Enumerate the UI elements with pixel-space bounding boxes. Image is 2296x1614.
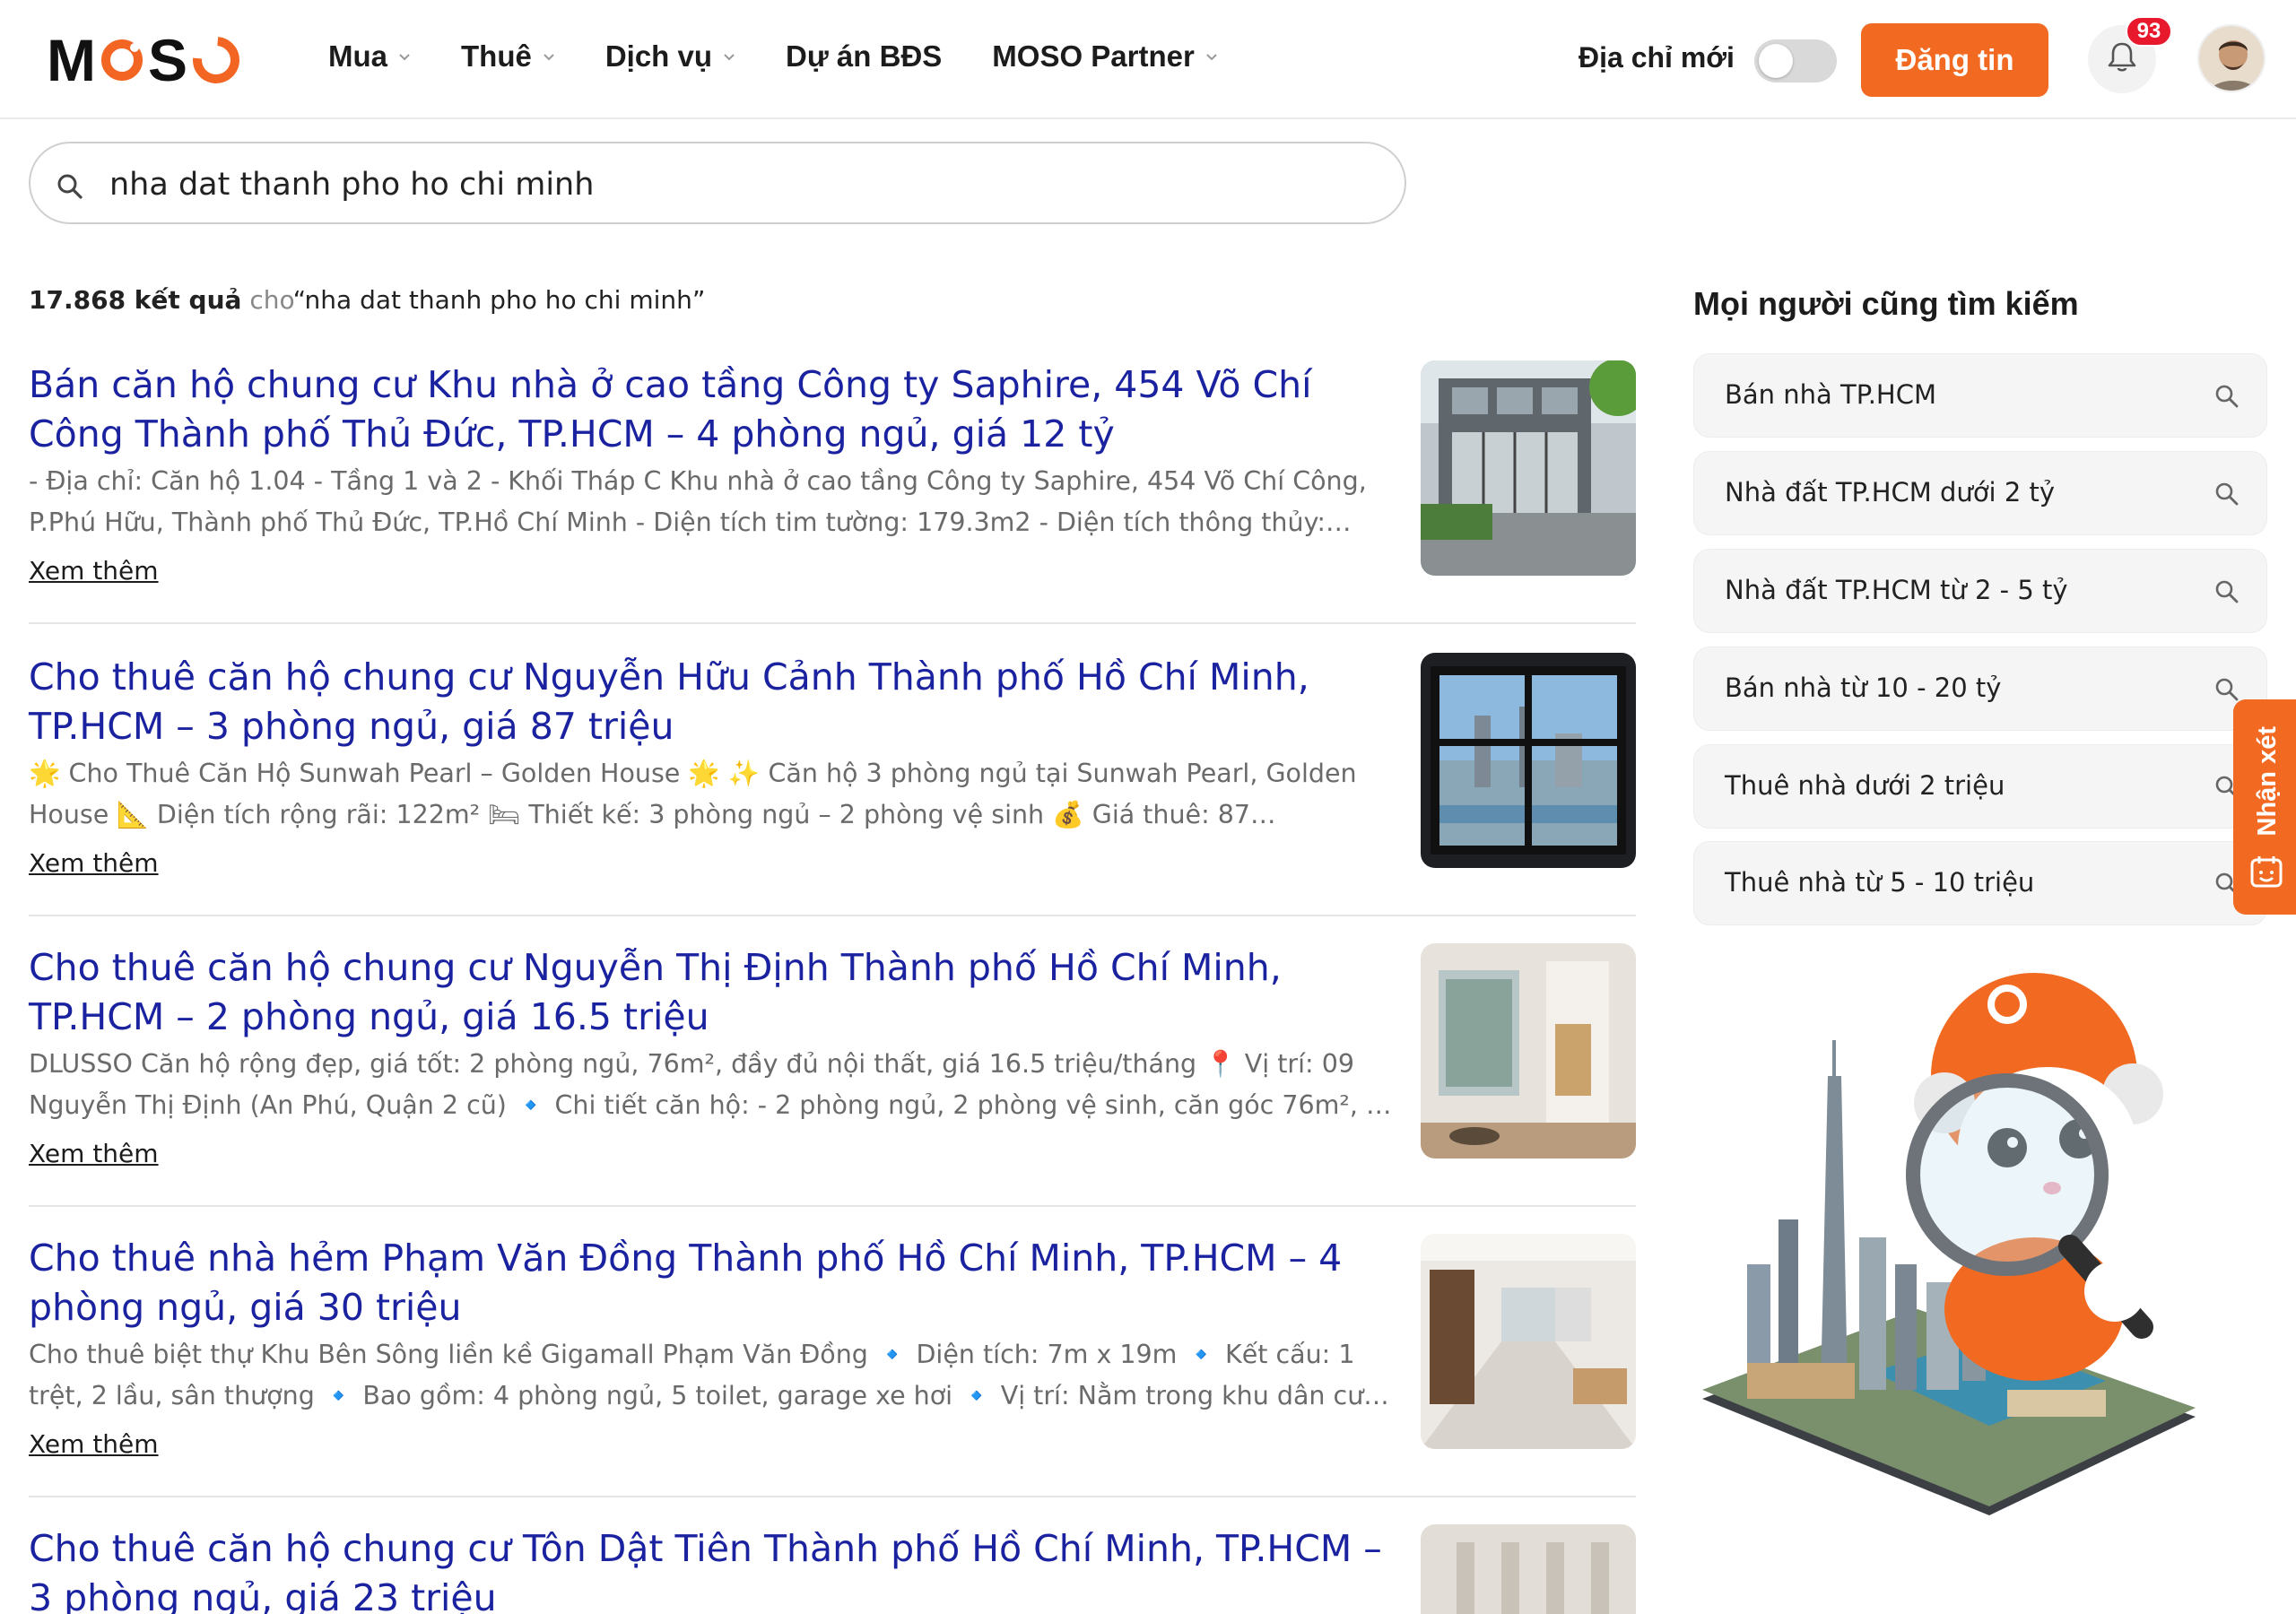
suggestion-label: Nhà đất TP.HCM từ 2 - 5 tỷ xyxy=(1725,575,2068,605)
search-bar[interactable] xyxy=(29,142,1406,224)
nav-label: MOSO Partner xyxy=(992,39,1195,73)
result-divider xyxy=(29,1205,1636,1207)
results-count: 17.868 kết quả xyxy=(29,285,242,315)
result-thumbnail[interactable] xyxy=(1421,1234,1636,1449)
nav-label: Dịch vụ xyxy=(604,39,713,73)
suggestion-label: Bán nhà TP.HCM xyxy=(1725,379,1936,410)
result-divider xyxy=(29,1496,1636,1497)
result-description: 🌟 Cho Thuê Căn Hộ Sunwah Pearl – Golden … xyxy=(29,759,1357,829)
search-icon xyxy=(56,172,84,205)
feedback-tab[interactable]: Nhận xét xyxy=(2233,699,2296,915)
see-more-link[interactable]: Xem thêm xyxy=(29,556,159,586)
see-more-link[interactable]: Xem thêm xyxy=(29,1139,159,1168)
suggestion-chip[interactable]: Bán nhà TP.HCM xyxy=(1693,353,2267,438)
result-divider xyxy=(29,622,1636,624)
nav-label: Dự án BĐS xyxy=(786,39,943,73)
mascot-illustration xyxy=(1693,968,2231,1524)
result-thumbnail[interactable] xyxy=(1421,943,1636,1158)
results-query: “nha dat thanh pho ho chi minh” xyxy=(292,285,706,315)
post-listing-button[interactable]: Đăng tin xyxy=(1861,23,2048,97)
calendar-icon xyxy=(2248,854,2284,894)
popular-searches-title: Mọi người cũng tìm kiếm xyxy=(1693,285,2079,322)
new-address-label: Địa chỉ mới xyxy=(1578,41,1735,74)
new-address-toggle[interactable] xyxy=(1754,39,1837,82)
result-card: Cho thuê nhà hẻm Phạm Văn Đồng Thành phố… xyxy=(29,1234,1636,1459)
result-divider xyxy=(29,915,1636,916)
result-title-link[interactable]: Cho thuê căn hộ chung cư Nguyễn Thị Định… xyxy=(29,943,1392,1042)
see-more-link[interactable]: Xem thêm xyxy=(29,1429,159,1459)
result-description: Cho thuê biệt thự Khu Bên Sông liền kề G… xyxy=(29,1340,1364,1410)
chevron-down-icon xyxy=(543,50,555,63)
moso-logo[interactable]: MS xyxy=(47,27,249,93)
suggestion-chip[interactable]: Thuê nhà từ 5 - 10 triệu xyxy=(1693,841,2267,925)
user-avatar[interactable] xyxy=(2197,24,2266,92)
suggestion-label: Thuê nhà từ 5 - 10 triệu xyxy=(1725,867,2035,898)
main-nav: Mua Thuê Dịch vụ Dự án BĐS MOSO Partner xyxy=(328,39,1268,74)
results-for: cho xyxy=(249,285,293,315)
result-title-link[interactable]: Cho thuê nhà hẻm Phạm Văn Đồng Thành phố… xyxy=(29,1234,1392,1332)
search-icon xyxy=(2214,677,2239,707)
result-card: Cho thuê căn hộ chung cư Nguyễn Thị Định… xyxy=(29,943,1636,1168)
result-card: Cho thuê căn hộ chung cư Nguyễn Hữu Cảnh… xyxy=(29,653,1636,878)
result-card: Bán căn hộ chung cư Khu nhà ở cao tầng C… xyxy=(29,360,1636,586)
nav-item-moso-partner[interactable]: MOSO Partner xyxy=(992,39,1218,74)
see-more-link[interactable]: Xem thêm xyxy=(29,848,159,878)
nav-label: Thuê xyxy=(461,39,532,73)
result-title-link[interactable]: Cho thuê căn hộ chung cư Tôn Dật Tiên Th… xyxy=(29,1524,1392,1614)
result-thumbnail[interactable] xyxy=(1421,1524,1636,1614)
suggestion-label: Nhà đất TP.HCM dưới 2 tỷ xyxy=(1725,477,2056,508)
nav-item-thue[interactable]: Thuê xyxy=(461,39,555,74)
result-description: DLUSSO Căn hộ rộng đẹp, giá tốt: 2 phòng… xyxy=(29,1049,1384,1120)
suggestion-label: Bán nhà từ 10 - 20 tỷ xyxy=(1725,672,2002,703)
feedback-tab-label: Nhận xét xyxy=(2253,726,2282,837)
nav-item-dich-vu[interactable]: Dịch vụ xyxy=(605,39,735,74)
chevron-down-icon xyxy=(1205,50,1218,63)
results-summary: 17.868 kết quả cho“nha dat thanh pho ho … xyxy=(29,285,705,315)
result-title-link[interactable]: Cho thuê căn hộ chung cư Nguyễn Hữu Cảnh… xyxy=(29,653,1392,751)
search-input[interactable] xyxy=(109,160,1365,210)
chevron-down-icon xyxy=(398,50,411,63)
bell-icon xyxy=(2107,41,2137,78)
result-thumbnail[interactable] xyxy=(1421,360,1636,576)
result-thumbnail[interactable] xyxy=(1421,653,1636,868)
toggle-knob xyxy=(1759,44,1793,78)
notification-count-badge: 93 xyxy=(2126,16,2172,47)
chevron-down-icon xyxy=(723,50,735,63)
search-icon xyxy=(2214,482,2239,511)
nav-item-mua[interactable]: Mua xyxy=(328,39,411,74)
top-header: MS Mua Thuê Dịch vụ Dự án BĐS MOSO Partn… xyxy=(0,0,2296,119)
nav-label: Mua xyxy=(328,39,387,73)
result-description: - Địa chỉ: Căn hộ 1.04 - Tầng 1 và 2 - K… xyxy=(29,466,1367,537)
suggestion-chip[interactable]: Nhà đất TP.HCM từ 2 - 5 tỷ xyxy=(1693,549,2267,633)
result-title-link[interactable]: Bán căn hộ chung cư Khu nhà ở cao tầng C… xyxy=(29,360,1392,459)
search-icon xyxy=(2214,579,2239,609)
suggestion-label: Thuê nhà dưới 2 triệu xyxy=(1725,770,2005,801)
nav-item-du-an[interactable]: Dự án BĐS xyxy=(786,39,942,74)
result-card: Cho thuê căn hộ chung cư Tôn Dật Tiên Th… xyxy=(29,1524,1636,1614)
suggestion-chip[interactable]: Bán nhà từ 10 - 20 tỷ xyxy=(1693,646,2267,731)
search-icon xyxy=(2214,384,2239,413)
suggestion-chip[interactable]: Nhà đất TP.HCM dưới 2 tỷ xyxy=(1693,451,2267,535)
suggestion-chip[interactable]: Thuê nhà dưới 2 triệu xyxy=(1693,744,2267,829)
